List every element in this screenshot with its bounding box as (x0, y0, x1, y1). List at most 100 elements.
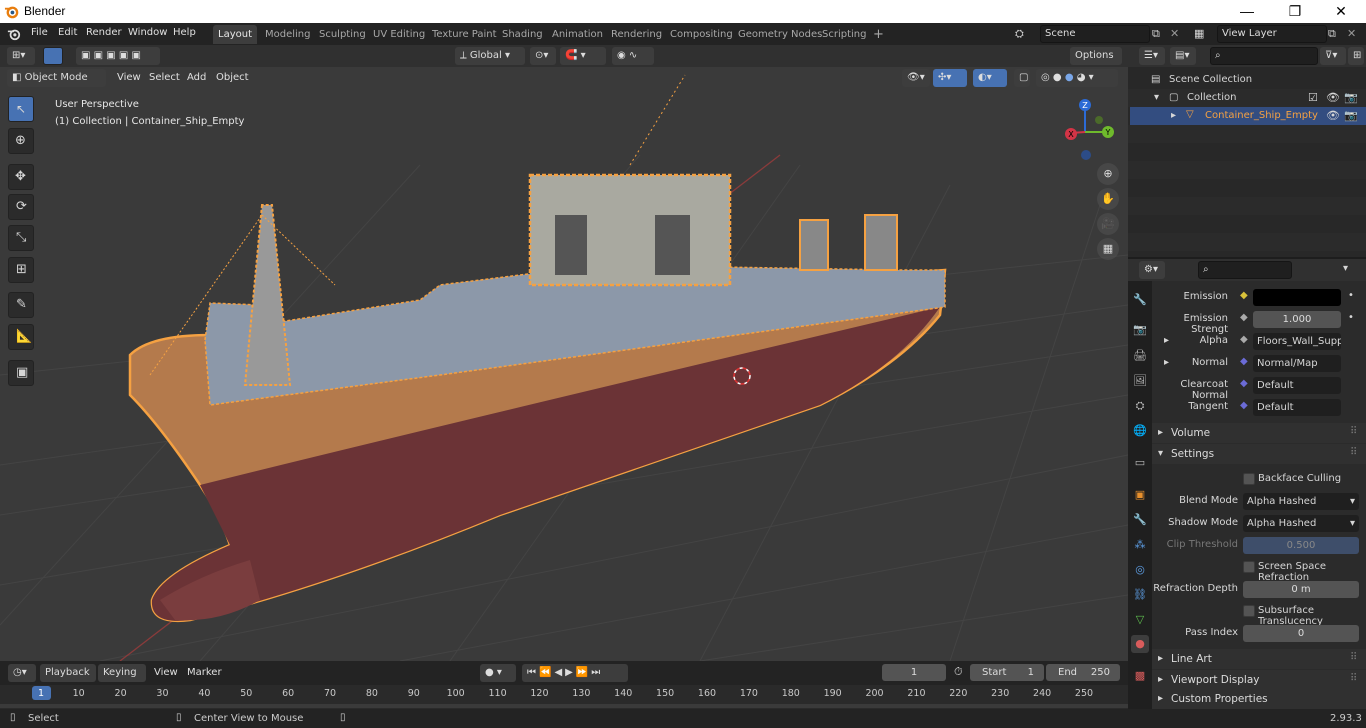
view-layer-tab-icon[interactable]: 🖼 (1131, 372, 1149, 390)
tab-modeling[interactable]: Modeling (260, 25, 316, 44)
ortho-grid-icon[interactable]: ▦ (1097, 238, 1119, 260)
object-tab-icon[interactable]: ▣ (1131, 486, 1149, 504)
measure-tool-icon[interactable]: 📐 (8, 324, 34, 350)
blender-menu-icon[interactable] (7, 27, 21, 41)
properties-editor-type-icon[interactable]: ⚙▾ (1139, 261, 1165, 279)
minimize-button[interactable]: — (1237, 2, 1257, 20)
menu-file[interactable]: File (31, 27, 48, 38)
remove-scene-icon[interactable]: ✕ (1170, 27, 1179, 40)
custom-properties-panel-header[interactable]: ▸ Custom Properties (1152, 690, 1366, 709)
world-tab-icon[interactable]: 🌐 (1131, 422, 1149, 440)
preview-range-clock-icon[interactable]: ⏱ (954, 665, 963, 679)
tab-scripting[interactable]: Scripting (817, 25, 871, 44)
tool-tab-icon[interactable]: 🔧 (1131, 291, 1149, 309)
camera-view-icon[interactable]: 🎥 (1097, 213, 1119, 235)
strength-keyframe-icon[interactable]: • (1348, 312, 1354, 323)
menu-render[interactable]: Render (86, 27, 122, 38)
start-frame-field[interactable]: Start 1 (970, 664, 1044, 681)
move-tool-icon[interactable]: ✥ (8, 164, 34, 190)
viewport-menu-object[interactable]: Object (216, 72, 249, 83)
tab-layout[interactable]: Layout (213, 25, 257, 44)
subsurface-translucency-checkbox[interactable] (1243, 605, 1255, 617)
emission-color-field[interactable] (1253, 289, 1341, 306)
expand-arrow-icon[interactable]: ▸ (1171, 110, 1176, 121)
timeline-menu-view[interactable]: View (154, 667, 178, 678)
hide-eye-icon[interactable]: 👁 (1326, 109, 1340, 122)
current-frame-field[interactable]: 1 (882, 664, 946, 681)
viewport-3d[interactable] (0, 45, 1128, 661)
select-box-tool-icon[interactable]: ↖ (8, 96, 34, 122)
editor-type-button[interactable]: ⊞▾ (7, 47, 35, 65)
scene-field[interactable]: Scene (1040, 25, 1150, 43)
viewport-menu-select[interactable]: Select (149, 72, 180, 83)
material-tab-icon[interactable]: ● (1131, 635, 1149, 653)
gizmo-neg-z-axis[interactable] (1081, 150, 1091, 160)
physics-tab-icon[interactable]: ◎ (1131, 561, 1149, 579)
shadow-mode-dropdown[interactable]: Alpha Hashed ▾ (1243, 515, 1359, 532)
tab-shading[interactable]: Shading (497, 25, 548, 44)
timeline-editor-type-icon[interactable]: ◷▾ (8, 664, 36, 682)
overlay-toggle-icon[interactable]: ◐▾ (973, 69, 1007, 87)
line-art-panel-header[interactable]: ▸ Line Art ⠿ (1152, 649, 1366, 669)
tab-compositing[interactable]: Compositing (665, 25, 738, 44)
viewport-menu-view[interactable]: View (117, 72, 141, 83)
collection-tab-icon[interactable]: ▭ (1131, 454, 1149, 472)
select-mode-buttons[interactable]: ▣ ▣ ▣ ▣ ▣ (76, 47, 160, 65)
timeline-frame-ruler[interactable]: 1 10 20 30 40 50 60 70 80 90 100 110 120 130 140 150 160… (0, 685, 1128, 709)
menu-help[interactable]: Help (173, 27, 196, 38)
snap-icon[interactable]: 🧲 ▾ (560, 47, 606, 65)
timeline-scrollbar[interactable] (0, 704, 1128, 708)
filter-icon[interactable]: ⊽▾ (1320, 47, 1346, 65)
select-tool-mode-icon[interactable] (43, 47, 63, 65)
transform-orientation-dropdown[interactable]: ⟂ Global ▾ (455, 47, 525, 65)
remove-view-layer-icon[interactable]: ✕ (1347, 27, 1356, 40)
outliner-row-collection[interactable]: ▾ ▢ Collection ☑ 👁 📷 (1128, 89, 1366, 107)
backface-culling-checkbox[interactable] (1243, 473, 1255, 485)
volume-panel-header[interactable]: ▸ Volume ⠿ (1152, 423, 1366, 443)
output-tab-icon[interactable]: 🖨 (1131, 347, 1149, 365)
outliner-display-mode-icon[interactable]: ▤▾ (1170, 47, 1196, 65)
pan-hand-icon[interactable]: ✋ (1097, 188, 1119, 210)
outliner-search-input[interactable]: ⌕ (1210, 47, 1318, 65)
rotate-tool-icon[interactable]: ⟳ (8, 194, 34, 220)
properties-search-input[interactable]: ⌕ (1198, 261, 1292, 279)
drag-handle-icon[interactable]: ⠿ (1350, 426, 1357, 437)
container-ship-model[interactable] (128, 74, 947, 623)
tab-animation[interactable]: Animation (547, 25, 608, 44)
maximize-button[interactable]: ❐ (1285, 2, 1305, 20)
new-collection-icon[interactable]: ⊞ (1348, 47, 1364, 65)
tab-sculpting[interactable]: Sculpting (314, 25, 371, 44)
keying-menu[interactable]: Keying ▾ (98, 664, 146, 696)
particles-tab-icon[interactable]: ⁂ (1131, 536, 1149, 554)
navigation-gizmo[interactable]: Z Y X (1055, 96, 1119, 164)
outliner-row-scene-collection[interactable]: ▤ Scene Collection (1128, 71, 1366, 89)
shading-mode-buttons[interactable]: ◎ ● ● ◕ ▾ (1036, 69, 1118, 87)
settings-panel-header[interactable]: ▾ Settings ⠿ (1152, 444, 1366, 464)
playback-controls[interactable]: ⏮⏪◀▶⏩⏭ (522, 664, 628, 682)
timeline-menu-marker[interactable]: Marker (187, 667, 222, 678)
cursor-tool-icon[interactable]: ⊕ (8, 128, 34, 154)
pivot-icon[interactable]: ⊙▾ (530, 47, 556, 65)
emission-keyframe-icon[interactable]: • (1348, 290, 1354, 301)
tab-texture-paint[interactable]: Texture Paint (427, 25, 502, 44)
outliner-row-container-ship[interactable]: ▸ ▽ Container_Ship_Empty 👁 📷 (1130, 107, 1366, 125)
texture-tab-icon[interactable]: ▩ (1131, 667, 1149, 685)
copy-scene-icon[interactable]: ⧉ (1152, 27, 1160, 41)
emission-strength-field[interactable]: 1.000 (1253, 311, 1341, 328)
viewport-menu-add[interactable]: Add (187, 72, 206, 83)
view-layer-icon[interactable]: ▦ (1194, 27, 1204, 40)
render-camera-icon[interactable]: 📷 (1344, 109, 1358, 122)
zoom-icon[interactable]: ⊕ (1097, 163, 1119, 185)
proportional-edit-icon[interactable]: ◉ ∿ (612, 47, 654, 65)
playback-menu[interactable]: Playback ▾ (40, 664, 96, 696)
visibility-icon[interactable]: 👁▾ (902, 69, 930, 87)
options-dropdown[interactable]: Options ▾ (1070, 47, 1122, 79)
exclude-checkbox-icon[interactable]: ☑ (1308, 91, 1318, 104)
close-button[interactable]: ✕ (1331, 2, 1351, 20)
normal-link-field[interactable]: Normal/Map (1253, 355, 1341, 372)
tangent-field[interactable]: Default (1253, 399, 1341, 416)
scale-tool-icon[interactable]: ⤡ (8, 225, 34, 251)
auto-keying-icon[interactable]: ● ▾ (480, 664, 516, 682)
viewport-display-panel-header[interactable]: ▸ Viewport Display ⠿ (1152, 670, 1366, 690)
tab-geometry-nodes[interactable]: Geometry Nodes (733, 25, 827, 44)
